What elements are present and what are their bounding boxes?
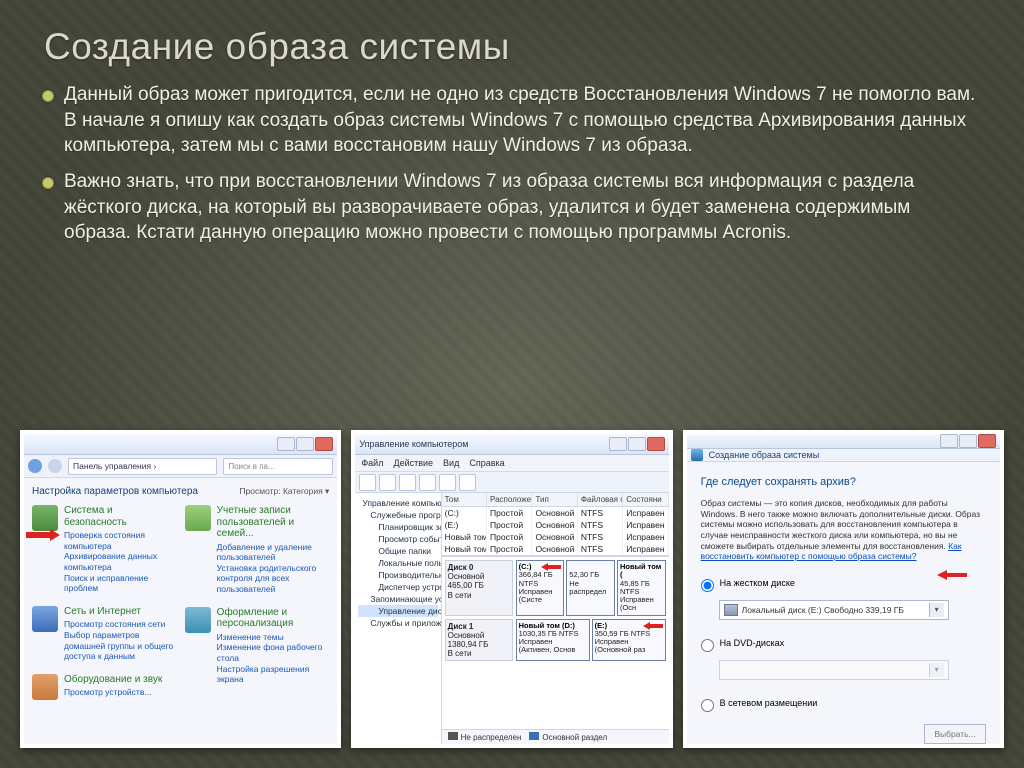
menu-action[interactable]: Действие [393,458,433,468]
radio-dvd[interactable] [701,639,714,652]
table-row[interactable]: (E:)ПростойОсновнойNTFSИсправен [442,519,669,531]
table-row[interactable]: (C:)ПростойОсновнойNTFSИсправен [442,507,669,519]
partition[interactable]: (C:)366,84 ГБ NTFSИсправен (Систе [516,560,565,616]
disk-row: Диск 1Основной 1380,94 ГБ В сети Новый т… [445,619,666,662]
max-button[interactable] [628,437,646,451]
disk-label: Диск 1Основной 1380,94 ГБ В сети [445,619,513,662]
bullet-item: Важно знать, что при восстановлении Wind… [64,169,980,246]
cp-item-hardware[interactable]: Оборудование и звукПросмотр устройств... [32,674,177,700]
red-arrow-icon [643,622,663,630]
users-icon [185,505,211,531]
chevron-down-icon: ▾ [929,603,944,617]
window-titlebar[interactable] [687,434,1000,449]
menu-bar[interactable]: Файл Действие Вид Справка [355,455,668,472]
view-by[interactable]: Просмотр: Категория ▾ [239,486,329,497]
tool-button[interactable] [419,474,436,491]
tool-button[interactable] [359,474,376,491]
slide-title: Создание образа системы [44,26,980,68]
min-button[interactable] [609,437,627,451]
close-button[interactable] [315,437,333,451]
wizard-heading: Где следует сохранять архив? [701,476,986,488]
browse-button[interactable]: Выбрать... [924,724,986,744]
option-network[interactable]: В сетевом размещении [701,698,986,712]
wizard-shield-icon [691,449,703,461]
tree-node[interactable]: Управление дисками [358,605,437,617]
wizard-description: Образ системы — это копия дисков, необхо… [701,498,986,562]
nav-back-icon[interactable] [28,459,42,473]
screenshot-disk-mgmt: Управление компьютером Файл Действие Вид… [351,430,672,748]
radio-network[interactable] [701,699,714,712]
radio-hdd[interactable] [701,579,714,592]
cp-item-system-security[interactable]: Система и безопасностьПроверка состояния… [32,505,177,594]
partition[interactable]: Новый том (45,85 ГБ NTFSИсправен (Осн [617,560,666,616]
shield-icon [32,505,58,531]
breadcrumb: Панель управления › [73,461,156,471]
partition[interactable]: Новый том (D:)1030,35 ГБ NTFSИсправен (А… [516,619,590,662]
monitor-icon [185,607,211,633]
option-dvd[interactable]: На DVD-дисках [701,638,986,652]
tree-node[interactable]: Просмотр событий [358,533,437,545]
tool-button[interactable] [399,474,416,491]
partition[interactable]: (E:)350,59 ГБ NTFSИсправен (Основной раз [592,619,666,662]
disk-row: Диск 0Основной 465,00 ГБ В сети (C:)366,… [445,560,666,616]
globe-icon [32,606,58,632]
bullet-list: Данный образ может пригодится, если не о… [64,82,980,246]
hdd-icon [724,604,738,616]
tool-button[interactable] [379,474,396,491]
tree-node[interactable]: Локальные пользовател [358,557,437,569]
tree-node[interactable]: Планировщик заданий [358,521,437,533]
chevron-down-icon: ▾ [929,663,944,677]
bullet-item: Данный образ может пригодится, если не о… [64,82,980,159]
dvd-dropdown[interactable]: ▾ [719,660,949,680]
min-button[interactable] [940,434,958,448]
volume-list[interactable]: (C:)ПростойОсновнойNTFSИсправен(E:)Прост… [442,507,669,555]
cp-item-network[interactable]: Сеть и ИнтернетПросмотр состояния сети В… [32,606,177,662]
red-arrow-icon [26,529,60,541]
screenshot-control-panel: Панель управления › Поиск в па... Настро… [20,430,341,748]
close-button[interactable] [978,434,996,448]
cp-item-accounts[interactable]: Учетные записи пользователей и семей...Д… [185,505,330,595]
close-button[interactable] [647,437,665,451]
disk-label: Диск 0Основной 465,00 ГБ В сети [445,560,513,616]
partition[interactable]: 52,30 ГБНе распредел [566,560,615,616]
window-titlebar[interactable]: Управление компьютером [355,434,668,455]
max-button[interactable] [296,437,314,451]
menu-file[interactable]: Файл [361,458,383,468]
slide: Создание образа системы Данный образ мож… [0,0,1024,768]
screenshot-create-image-wizard: Создание образа системы Где следует сохр… [683,430,1004,748]
tree-node[interactable]: Служебные программы [358,509,437,521]
address-bar[interactable]: Панель управления › [68,458,217,475]
menu-view[interactable]: Вид [443,458,459,468]
screenshots-row: Панель управления › Поиск в па... Настро… [20,430,1004,748]
search-input[interactable]: Поиск в па... [223,458,333,475]
breadcrumb: Создание образа системы [709,450,820,460]
legend: Не распределен Основной раздел [442,729,669,744]
red-arrow-icon [937,570,967,580]
cp-item-appearance[interactable]: Оформление и персонализацияИзменение тем… [185,607,330,685]
tree-view[interactable]: Управление компьютером (лСлужебные прогр… [355,493,441,744]
window-titlebar[interactable] [24,434,337,455]
tool-button[interactable] [439,474,456,491]
page-title: Настройка параметров компьютера [32,486,198,497]
tree-node[interactable]: Производительность [358,569,437,581]
tree-node[interactable]: Общие папки [358,545,437,557]
tree-node[interactable]: Службы и приложения [358,617,437,629]
max-button[interactable] [959,434,977,448]
table-row[interactable]: Новый том (F:)ПростойОсновнойNTFSИсправе… [442,543,669,555]
tree-node[interactable]: Диспетчер устройств [358,581,437,593]
printer-icon [32,674,58,700]
table-row[interactable]: Новый том (D:)ПростойОсновнойNTFSИсправе… [442,531,669,543]
tool-button[interactable] [459,474,476,491]
disk-dropdown[interactable]: Локальный диск (E:) Свободно 339,19 ГБ ▾ [719,600,949,620]
min-button[interactable] [277,437,295,451]
column-headers[interactable]: ТомРасположен...ТипФайловая системаСосто… [442,493,669,507]
menu-help[interactable]: Справка [469,458,504,468]
toolbar [355,472,668,493]
red-arrow-icon [541,563,561,571]
tree-node[interactable]: Запоминающие устройст [358,593,437,605]
tree-node[interactable]: Управление компьютером (л [358,497,437,509]
nav-fwd-icon[interactable] [48,459,62,473]
